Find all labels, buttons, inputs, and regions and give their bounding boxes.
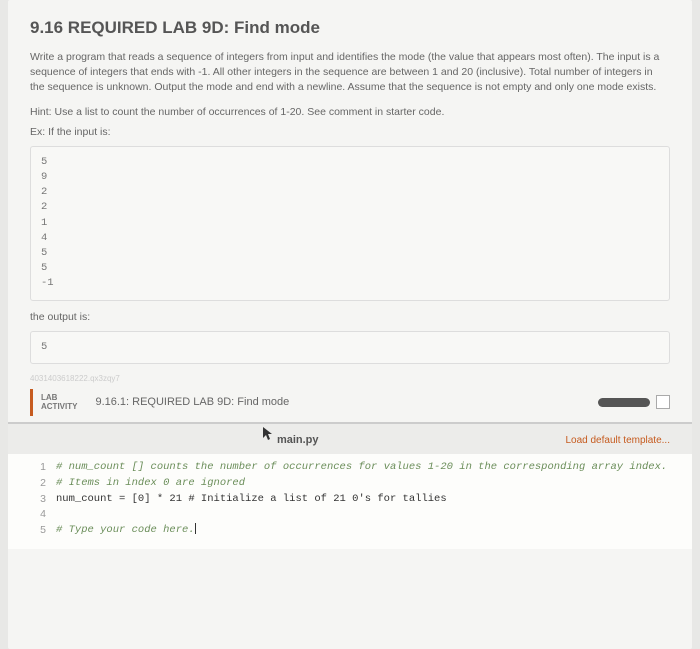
- lab-header-row: LAB ACTIVITY 9.16.1: REQUIRED LAB 9D: Fi…: [30, 389, 670, 416]
- code-line: 5# Type your code here.: [8, 523, 692, 539]
- code-line: 2# Items in index 0 are ignored: [8, 476, 692, 492]
- progress-score-box: [656, 395, 670, 409]
- problem-description: Write a program that reads a sequence of…: [30, 50, 670, 96]
- code-panel: main.py Load default template... 1# num_…: [8, 422, 692, 549]
- lab-tab-line1: LAB: [41, 393, 77, 403]
- activity-id: 4031403618222.qx3zqy7: [30, 374, 670, 383]
- code-editor[interactable]: 1# num_count [] counts the number of occ…: [8, 454, 692, 549]
- lab-title: 9.16.1: REQUIRED LAB 9D: Find mode: [95, 396, 289, 408]
- cursor-icon: [262, 426, 274, 442]
- lab-tab-line2: ACTIVITY: [41, 402, 77, 412]
- code-line: 1# num_count [] counts the number of occ…: [8, 460, 692, 476]
- filename-label: main.py: [30, 434, 565, 446]
- example-output-box: 5: [30, 331, 670, 364]
- code-line: 4: [8, 507, 692, 523]
- load-template-link[interactable]: Load default template...: [565, 435, 670, 446]
- hint-text: Hint: Use a list to count the number of …: [30, 106, 670, 118]
- example-input-box: 5 9 2 2 1 4 5 5 -1: [30, 146, 670, 301]
- code-toolbar: main.py Load default template...: [8, 424, 692, 454]
- input-label: Ex: If the input is:: [30, 126, 670, 138]
- lab-activity-tab: LAB ACTIVITY: [30, 389, 85, 416]
- text-caret: [195, 523, 196, 534]
- code-line: 3num_count = [0] * 21 # Initialize a lis…: [8, 492, 692, 508]
- page-title: 9.16 REQUIRED LAB 9D: Find mode: [30, 18, 670, 38]
- lab-progress-group: [598, 395, 670, 409]
- progress-track: [598, 398, 650, 407]
- lab-page: 9.16 REQUIRED LAB 9D: Find mode Write a …: [8, 0, 692, 649]
- output-label: the output is:: [30, 311, 670, 323]
